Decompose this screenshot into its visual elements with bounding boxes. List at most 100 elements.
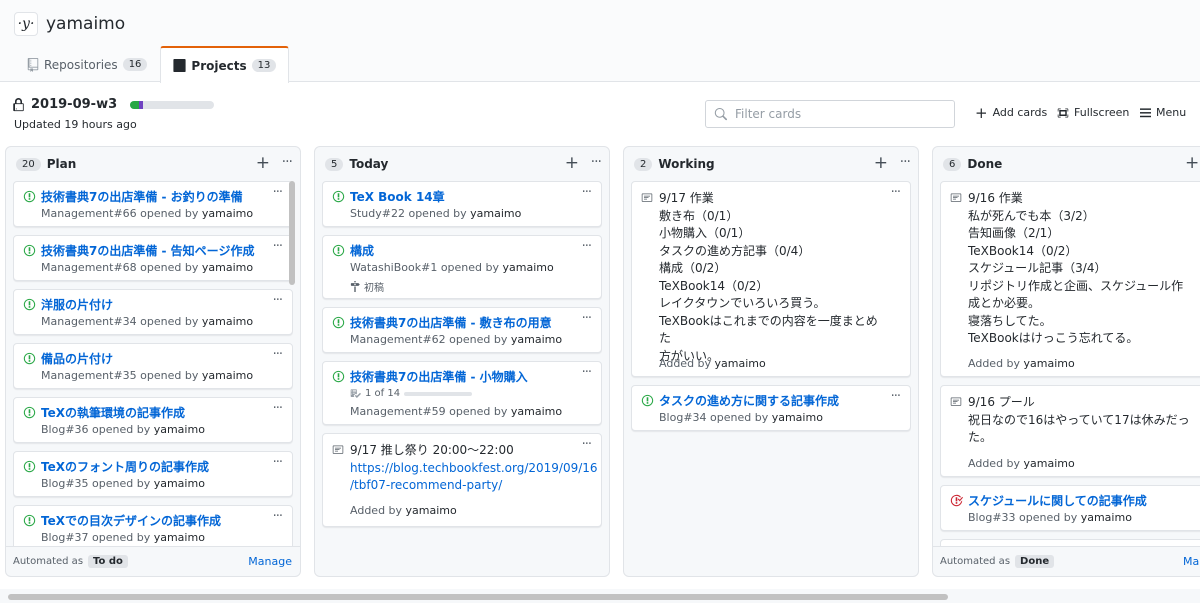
card-menu-icon[interactable]: ··· [273,293,283,308]
card-menu-icon[interactable]: ··· [582,239,592,254]
card-ref[interactable]: Blog#37 opened by [41,531,150,544]
tab-repositories[interactable]: Repositories 16 [14,46,160,82]
issue-card[interactable] [940,539,1200,546]
card-ref[interactable]: Management#34 opened by [41,315,198,328]
org-avatar[interactable]: ·y· [14,12,38,36]
card-title[interactable]: 洋服の片付け [41,296,262,313]
column-title[interactable]: Today [349,157,388,171]
card-menu-icon[interactable]: ··· [891,389,901,404]
column-menu-icon[interactable]: ··· [591,154,602,170]
issue-card[interactable]: タスクの進め方に関する記事作成 Blog#34 opened by yamaim… [631,385,911,431]
card-author[interactable]: yamaimo [772,411,823,424]
card-author[interactable]: yamaimo [511,333,562,346]
card-title[interactable]: TeXの執筆環境の記事作成 [41,404,262,421]
card-title[interactable]: TeXのフォント周りの記事作成 [41,458,262,475]
card-ref[interactable]: WatashiBook#1 opened by [350,261,499,274]
card-menu-icon[interactable]: ··· [273,455,283,470]
note-card[interactable]: 9/16 プール 祝日なので16はやっていて17は休みだっ た。 Added b… [940,385,1200,477]
column-menu-icon[interactable]: ··· [282,154,293,170]
card-title[interactable]: スケジュールに関しての記事作成 [968,492,1189,509]
filter-cards-box[interactable] [705,100,955,128]
card-title[interactable]: 備品の片付け [41,350,262,367]
issue-card[interactable]: スケジュールに関しての記事作成 Blog#33 opened by yamaim… [940,485,1200,531]
note-author[interactable]: yamaimo [1024,457,1075,470]
issue-card[interactable]: 技術書典7の出店準備 - 敷き布の用意 Management#62 opened… [322,307,602,353]
card-milestone[interactable]: 初稿 [350,279,384,294]
add-card-button[interactable]: + [256,153,270,173]
card-menu-icon[interactable]: ··· [582,185,592,200]
board-horizontal-scrollbar[interactable] [8,594,948,600]
card-title[interactable]: 構成 [350,242,571,259]
card-author[interactable]: yamaimo [202,315,253,328]
card-menu-icon[interactable]: ··· [273,509,283,524]
card-ref[interactable]: Blog#33 opened by [968,511,1077,524]
card-ref[interactable]: Study#22 opened by [350,207,467,220]
card-author[interactable]: yamaimo [154,477,205,490]
add-card-button[interactable]: + [874,153,888,173]
card-author[interactable]: yamaimo [154,423,205,436]
issue-card[interactable]: 技術書典7の出店準備 - お釣りの準備 Management#66 opened… [13,181,293,227]
note-card[interactable]: 9/16 作業 私が死んでも本（3/2） 告知画像（2/1） TeXBook14… [940,181,1200,377]
card-author[interactable]: yamaimo [511,405,562,418]
issue-card[interactable]: 洋服の片付け Management#34 opened by yamaimo ·… [13,289,293,335]
issue-card[interactable]: 技術書典7の出店準備 - 告知ページ作成 Management#68 opene… [13,235,293,281]
add-card-button[interactable]: + [1185,153,1200,173]
issue-card[interactable]: 構成 WatashiBook#1 opened by yamaimo 初稿 ··… [322,235,602,299]
card-author[interactable]: yamaimo [1081,511,1132,524]
note-card[interactable]: 9/17 推し祭り 20:00〜22:00 https://blog.techb… [322,433,602,527]
issue-card[interactable]: TeXの執筆環境の記事作成 Blog#36 opened by yamaimo … [13,397,293,443]
card-menu-icon[interactable]: ··· [891,185,901,200]
card-menu-icon[interactable]: ··· [273,185,283,200]
card-author[interactable]: yamaimo [202,261,253,274]
org-name[interactable]: yamaimo [46,14,125,34]
card-author[interactable]: yamaimo [154,531,205,544]
fullscreen-button[interactable]: Fullscreen [1057,106,1129,119]
card-author[interactable]: yamaimo [202,207,253,220]
menu-button[interactable]: Menu [1140,106,1186,119]
card-ref[interactable]: Management#59 opened by [350,405,507,418]
card-menu-icon[interactable]: ··· [273,401,283,416]
add-cards-button[interactable]: + Add cards [975,105,1047,120]
note-author[interactable]: yamaimo [1024,357,1075,370]
manage-automation-link[interactable]: Mar [1183,555,1200,568]
card-author[interactable]: yamaimo [503,261,554,274]
issue-card[interactable]: TeXのフォント周りの記事作成 Blog#35 opened by yamaim… [13,451,293,497]
note-author[interactable]: yamaimo [406,504,457,517]
filter-cards-input[interactable] [735,107,945,121]
card-menu-icon[interactable]: ··· [273,239,283,254]
card-menu-icon[interactable]: ··· [582,365,592,380]
add-card-button[interactable]: + [565,153,579,173]
column-menu-icon[interactable]: ··· [900,154,911,170]
column-title[interactable]: Plan [47,157,77,171]
card-author[interactable]: yamaimo [202,369,253,382]
issue-card[interactable]: 備品の片付け Management#35 opened by yamaimo ·… [13,343,293,389]
card-title[interactable]: TeXでの目次デザインの記事作成 [41,512,262,529]
card-ref[interactable]: Management#66 opened by [41,207,198,220]
card-ref[interactable]: Blog#36 opened by [41,423,150,436]
column-scrollbar[interactable] [289,181,295,285]
card-ref[interactable]: Blog#35 opened by [41,477,150,490]
card-menu-icon[interactable]: ··· [582,311,592,326]
card-title[interactable]: 技術書典7の出店準備 - 小物購入 [350,368,571,385]
manage-automation-link[interactable]: Manage [248,555,292,568]
note-link[interactable]: https://blog.techbookfest.org/2019/09/16 [350,460,598,478]
card-title[interactable]: タスクの進め方に関する記事作成 [659,392,880,409]
card-ref[interactable]: Blog#34 opened by [659,411,768,424]
tab-projects[interactable]: Projects 13 [160,46,290,83]
note-link[interactable]: /tbf07-recommend-party/ [350,477,577,495]
issue-card[interactable]: TeXでの目次デザインの記事作成 Blog#37 opened by yamai… [13,505,293,546]
issue-card[interactable]: TeX Book 14章 Study#22 opened by yamaimo … [322,181,602,227]
issue-card[interactable]: 技術書典7の出店準備 - 小物購入 1 of 14 Management#59 … [322,361,602,425]
card-title[interactable]: TeX Book 14章 [350,188,571,205]
card-ref[interactable]: Management#35 opened by [41,369,198,382]
card-ref[interactable]: Management#62 opened by [350,333,507,346]
note-author[interactable]: yamaimo [715,357,766,370]
card-title[interactable]: 技術書典7の出店準備 - 敷き布の用意 [350,314,571,331]
card-title[interactable]: 技術書典7の出店準備 - お釣りの準備 [41,188,262,205]
column-title[interactable]: Working [658,157,714,171]
card-menu-icon[interactable]: ··· [582,437,592,452]
note-card[interactable]: 9/17 作業 敷き布（0/1） 小物購入（0/1） タスクの進め方記事（0/4… [631,181,911,377]
card-ref[interactable]: Management#68 opened by [41,261,198,274]
column-title[interactable]: Done [967,157,1002,171]
org-identity[interactable]: ·y· yamaimo [14,12,125,36]
